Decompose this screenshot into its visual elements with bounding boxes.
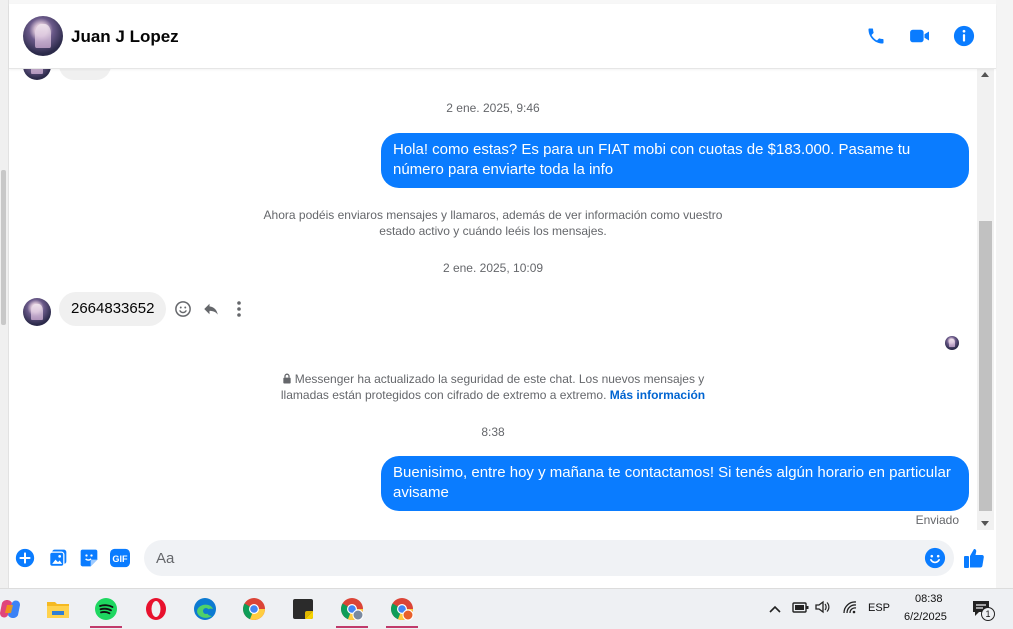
message-bubble-outgoing[interactable]: Hola! como estas? Es para un FIAT mobi c… (381, 133, 969, 188)
right-panel-edge (996, 0, 1013, 588)
battery-icon[interactable] (792, 600, 810, 619)
emoji-icon[interactable] (924, 547, 946, 569)
scroll-up-arrow[interactable] (981, 72, 989, 77)
photo-icon[interactable] (47, 547, 69, 569)
clock-date[interactable]: 6/2/2025 (904, 611, 947, 623)
spotify-icon[interactable] (88, 593, 124, 628)
phone-icon[interactable] (864, 24, 888, 48)
windows-taskbar: ESP 08:38 6/2/2025 1 (0, 588, 1013, 629)
left-scroll-thumb[interactable] (1, 170, 6, 325)
system-notice: Ahora podéis enviaros mensajes y llamaro… (263, 208, 723, 238)
lock-icon (282, 372, 295, 386)
react-icon[interactable] (174, 300, 192, 318)
more-info-link[interactable]: Más información (610, 388, 705, 402)
svg-text:GIF: GIF (112, 554, 128, 564)
message-bubble-outgoing[interactable]: Buenisimo, entre hoy y mañana te contact… (381, 456, 969, 511)
delivery-status: Enviado (915, 513, 959, 527)
timestamp: 8:38 (481, 425, 505, 439)
sender-avatar[interactable] (23, 298, 51, 326)
message-thread[interactable]: info 2 ene. 2025, 9:46 Hola! como estas?… (9, 68, 977, 530)
like-icon[interactable] (962, 546, 986, 570)
file-explorer-icon[interactable] (40, 593, 76, 625)
message-bubble-partial[interactable]: info (59, 68, 112, 80)
opera-icon[interactable] (138, 593, 174, 625)
chat-scrollbar[interactable] (977, 68, 994, 530)
encryption-notice: Messenger ha actualizado la seguridad de… (280, 372, 706, 402)
notification-count: 1 (981, 607, 995, 621)
reply-icon[interactable] (202, 300, 220, 318)
contact-avatar[interactable] (23, 16, 63, 56)
scroll-thumb[interactable] (979, 221, 992, 511)
timestamp: 2 ene. 2025, 10:09 (442, 261, 544, 275)
copilot-icon[interactable] (0, 593, 28, 625)
chat-header: Juan J Lopez (9, 4, 996, 69)
sticky-notes-icon[interactable] (285, 593, 321, 625)
message-input[interactable]: Aa (144, 540, 954, 576)
notifications-icon[interactable]: 1 (971, 599, 995, 621)
chrome-profile-icon[interactable] (334, 593, 370, 628)
left-panel-edge (0, 0, 9, 588)
read-receipt-avatar (945, 336, 959, 350)
message-composer: GIF Aa (9, 530, 996, 588)
sender-avatar[interactable] (23, 68, 51, 80)
wifi-icon[interactable] (842, 600, 858, 619)
sticker-icon[interactable] (78, 547, 100, 569)
edge-icon[interactable] (187, 593, 223, 625)
show-hidden-icons-icon[interactable] (768, 601, 782, 619)
video-icon[interactable] (908, 24, 932, 48)
volume-icon[interactable] (815, 600, 831, 619)
message-bubble-incoming[interactable]: 2664833652 (59, 292, 167, 326)
contact-name[interactable]: Juan J Lopez (71, 27, 179, 47)
gif-icon[interactable]: GIF (109, 547, 131, 569)
scroll-down-arrow[interactable] (981, 521, 989, 526)
more-options-icon[interactable] (234, 300, 244, 318)
language-indicator[interactable]: ESP (868, 602, 890, 614)
chrome-icon[interactable] (236, 593, 272, 625)
chrome-profile-2-icon[interactable] (384, 593, 420, 628)
timestamp: 2 ene. 2025, 9:46 (446, 101, 540, 115)
info-icon[interactable] (952, 24, 976, 48)
clock-time[interactable]: 08:38 (915, 593, 943, 605)
add-icon[interactable] (14, 547, 36, 569)
